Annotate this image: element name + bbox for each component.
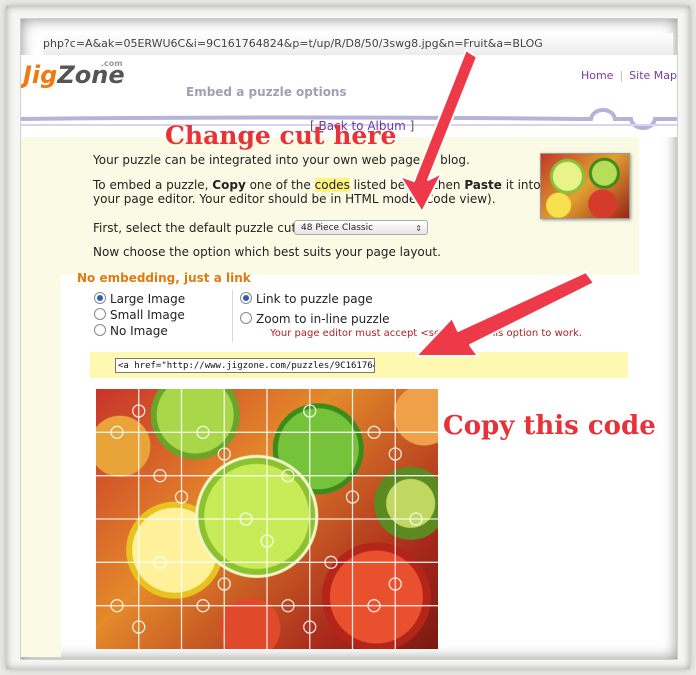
- logo-com: .com: [101, 59, 123, 68]
- intro-line-1: Your puzzle can be integrated into your …: [93, 153, 470, 167]
- nav-home-link[interactable]: Home: [581, 69, 613, 82]
- address-bar[interactable]: php?c=A&ak=05ERWU6C&i=9C161764824&p=t/up…: [43, 33, 673, 56]
- select-cut-label: First, select the default puzzle cut:: [93, 221, 301, 235]
- select-caret-icon: ⇕: [415, 224, 422, 233]
- intro-line-2: To embed a puzzle, Copy one of the codes…: [93, 178, 541, 193]
- annotation-copy-code: Copy this code: [443, 411, 656, 441]
- radio-button[interactable]: [94, 292, 106, 304]
- radio-zoom-inline[interactable]: Zoom to in-line puzzle: [240, 312, 390, 327]
- puzzle-preview-image[interactable]: [96, 389, 438, 649]
- jigzone-logo[interactable]: JigZone .com: [23, 59, 125, 89]
- puzzle-piece-grid: [96, 389, 438, 649]
- radio-button[interactable]: [240, 292, 252, 304]
- radio-label: Large Image: [110, 292, 186, 306]
- intro-text: listed below, then: [349, 178, 465, 192]
- codes-keyword: codes: [314, 178, 350, 192]
- radio-no-image[interactable]: No Image: [94, 324, 168, 339]
- section-title: No embedding, just a link: [77, 271, 251, 285]
- paste-keyword: Paste: [464, 178, 502, 192]
- radio-button[interactable]: [94, 324, 106, 336]
- radio-label: Small Image: [110, 308, 185, 322]
- option-divider: [232, 290, 233, 342]
- top-nav: Home | Site Map: [581, 69, 677, 82]
- choose-option-text: Now choose the option which best suits y…: [93, 245, 441, 259]
- intro-text: one of the: [245, 178, 315, 192]
- radio-button[interactable]: [94, 308, 106, 320]
- radio-small-image[interactable]: Small Image: [94, 308, 185, 323]
- left-cream-margin: [21, 137, 61, 657]
- radio-label: Link to puzzle page: [256, 292, 373, 306]
- puzzle-thumbnail[interactable]: [540, 153, 630, 219]
- script-note: Your page editor must accept <script> fo…: [270, 328, 582, 339]
- logo-jig: Jig: [23, 61, 58, 89]
- nav-sitemap-link[interactable]: Site Map: [629, 69, 677, 82]
- copy-keyword: Copy: [212, 178, 246, 192]
- annotation-change-cut: Change cut here: [165, 121, 397, 150]
- radio-label: No Image: [110, 324, 168, 338]
- radio-label: Zoom to in-line puzzle: [256, 312, 390, 326]
- radio-link-page[interactable]: Link to puzzle page: [240, 292, 373, 307]
- nav-separator: |: [619, 69, 624, 82]
- intro-text: it into: [501, 178, 541, 192]
- intro-line-3: your page editor. Your editor should be …: [93, 192, 496, 206]
- embed-code-field[interactable]: <a href="http://www.jigzone.com/puzzles/…: [115, 358, 375, 373]
- intro-text: To embed a puzzle,: [93, 178, 213, 192]
- radio-large-image[interactable]: Large Image: [94, 292, 185, 307]
- select-value: 48 Piece Classic: [301, 223, 374, 233]
- bracket-close: ]: [409, 119, 415, 133]
- puzzle-cut-select[interactable]: 48 Piece Classic ⇕: [294, 220, 428, 235]
- radio-button[interactable]: [240, 312, 252, 324]
- page-tagline: Embed a puzzle options: [186, 85, 347, 99]
